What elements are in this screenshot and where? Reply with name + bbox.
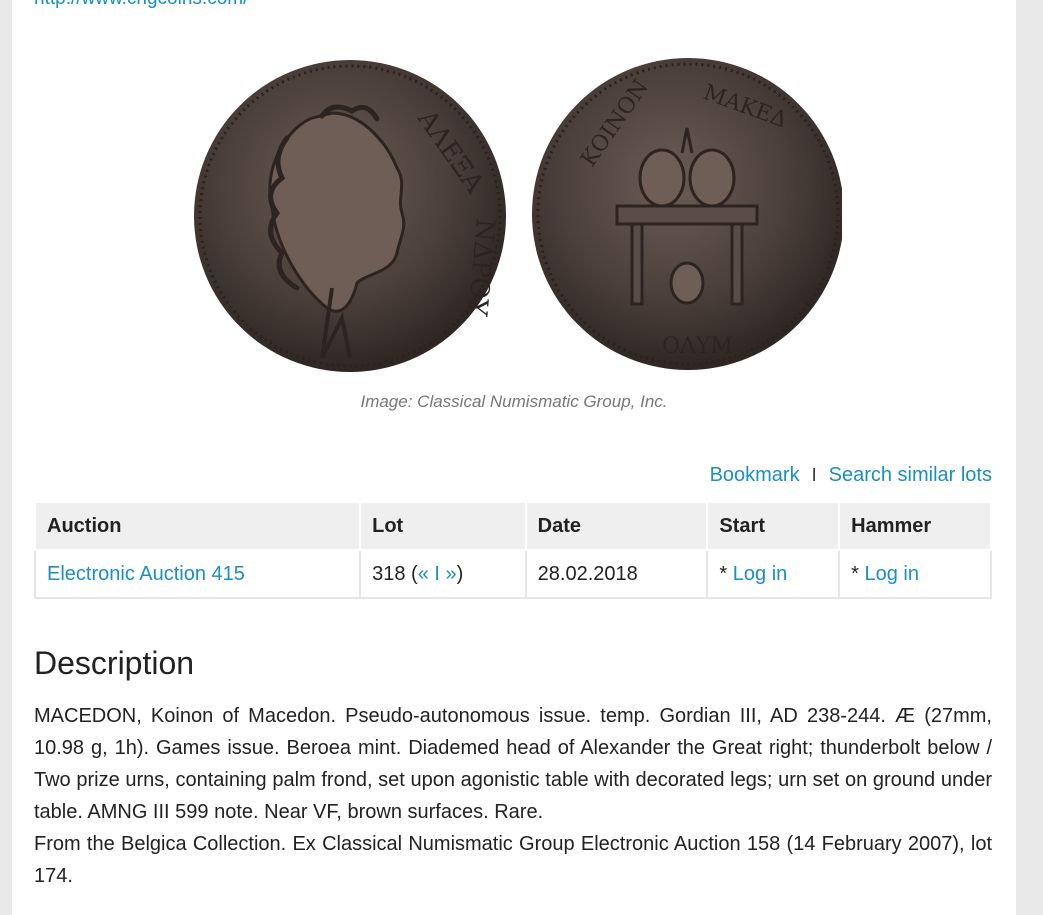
coin-image[interactable]: ΑΛΕΞΑ ΝΔΡΟΥ ΚΟΙΝΟΝ ΜΑΚΕΔ ΟΛΥΜ	[192, 58, 842, 378]
lot-number: 318 (	[372, 562, 418, 585]
search-similar-link[interactable]: Search similar lots	[829, 464, 992, 487]
svg-text:ΟΛΥΜ: ΟΛΥΜ	[662, 334, 733, 359]
cell-auction: Electronic Auction 415	[33, 549, 362, 599]
image-credit: Image: Classical Numismatic Group, Inc.	[360, 392, 668, 411]
table-row: Electronic Auction 415 318 (« I ») 28.02…	[33, 549, 992, 599]
website-link[interactable]: http://www.cngcoins.com/	[34, 0, 248, 10]
header-auction: Auction	[33, 501, 362, 551]
header-hammer: Hammer	[838, 501, 992, 551]
coin-obverse: ΑΛΕΞΑ ΝΔΡΟΥ	[194, 60, 506, 372]
coin-reverse: ΚΟΙΝΟΝ ΜΑΚΕΔ ΟΛΥΜ	[532, 58, 842, 370]
action-separator: I	[811, 465, 817, 485]
auction-link[interactable]: Electronic Auction 415	[47, 563, 245, 585]
start-login-link[interactable]: Log in	[733, 563, 788, 585]
header-lot: Lot	[359, 501, 527, 551]
start-prefix: *	[719, 562, 733, 585]
cell-start: * Log in	[706, 549, 841, 599]
hammer-prefix: *	[851, 562, 865, 585]
lot-actions: Bookmark I Search similar lots	[710, 464, 992, 487]
lot-close-paren: )	[456, 562, 464, 585]
cell-date: 28.02.2018	[524, 549, 709, 599]
lot-page: http://www.cngcoins.com/ ΑΛΕΞΑ ΝΔΡΟΥ	[12, 0, 1016, 915]
cell-lot: 318 (« I »)	[359, 549, 527, 599]
hammer-login-link[interactable]: Log in	[865, 563, 920, 585]
lot-table: Auction Lot Date Start Hammer Electronic…	[33, 501, 992, 599]
table-header-row: Auction Lot Date Start Hammer	[33, 501, 992, 551]
description-paragraph: MACEDON, Koinon of Macedon. Pseudo-auton…	[34, 705, 992, 823]
previous-lot-link[interactable]: «	[418, 563, 429, 585]
next-lot-link[interactable]: »	[446, 563, 457, 585]
bookmark-link[interactable]: Bookmark	[710, 464, 800, 487]
description-body: MACEDON, Koinon of Macedon. Pseudo-auton…	[34, 700, 992, 892]
provenance-paragraph: From the Belgica Collection. Ex Classica…	[34, 833, 992, 887]
cell-hammer: * Log in	[838, 549, 992, 599]
header-date: Date	[524, 501, 709, 551]
header-start: Start	[706, 501, 841, 551]
lot-nav-separator: I	[428, 562, 446, 585]
description-heading: Description	[34, 645, 195, 681]
